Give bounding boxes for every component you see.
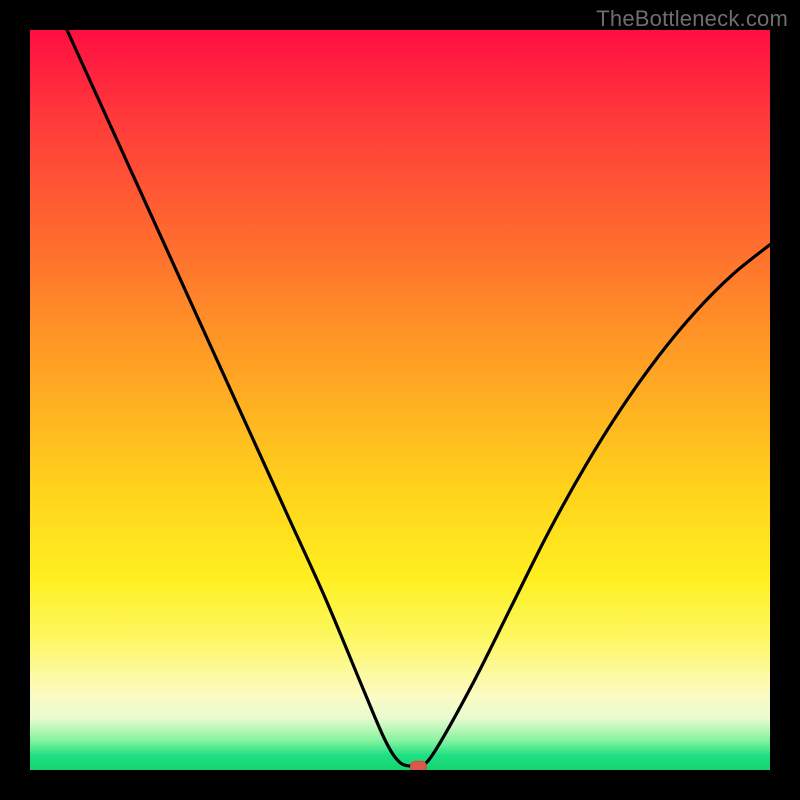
bottleneck-curve-line: [67, 30, 770, 768]
chart-svg: [30, 30, 770, 770]
plot-area: [30, 30, 770, 770]
minimum-marker-dot: [411, 761, 427, 770]
watermark-text: TheBottleneck.com: [596, 6, 788, 32]
outer-black-frame: TheBottleneck.com: [0, 0, 800, 800]
